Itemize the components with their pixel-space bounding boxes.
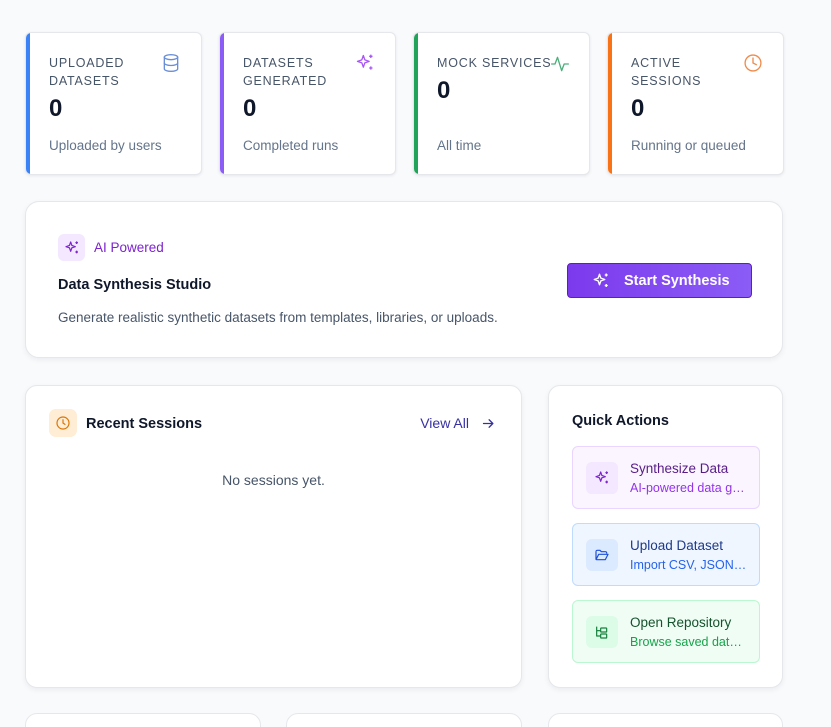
stat-label: Datasets Generated [243, 56, 328, 88]
quick-action-title: Synthesize Data [630, 461, 729, 476]
stat-label: Uploaded Datasets [49, 56, 125, 88]
clock-icon [49, 409, 77, 437]
ai-powered-badge: AI Powered [94, 240, 164, 255]
stat-card-mock-services: Mock Services 0 All time [413, 32, 590, 175]
synthesis-hero-card: AI Powered Data Synthesis Studio Generat… [25, 201, 783, 358]
stat-value: 0 [49, 95, 63, 122]
sparkles-icon [58, 234, 85, 261]
quick-actions-title: Quick Actions [572, 413, 669, 429]
stat-label: Mock Services [437, 56, 552, 70]
quick-action-upload-dataset[interactable]: Upload Dataset Import CSV, JSON, Excel [572, 523, 760, 586]
clock-icon [743, 53, 763, 73]
sparkles-icon [355, 53, 375, 73]
start-synthesis-label: Start Synthesis [624, 272, 730, 289]
activity-icon [550, 54, 570, 74]
bottom-card [25, 713, 261, 727]
view-all-link[interactable]: View All [420, 415, 496, 431]
quick-action-title: Upload Dataset [630, 538, 724, 553]
folder-open-icon [586, 539, 618, 571]
start-synthesis-button[interactable]: Start Synthesis [567, 263, 752, 298]
card-accent-bar [414, 33, 418, 174]
stat-card-uploaded-datasets: Uploaded Datasets 0 Uploaded by users [25, 32, 202, 175]
stat-sub: Completed runs [243, 138, 339, 153]
arrow-right-icon [481, 416, 496, 431]
quick-action-title: Open Repository [630, 615, 732, 630]
quick-action-subtitle: Import CSV, JSON, Excel [630, 558, 748, 572]
stat-label: Active Sessions [631, 56, 702, 88]
quick-actions-panel: Quick Actions Synthesize Data AI-powered… [548, 385, 783, 688]
quick-action-subtitle: Browse saved datasets [630, 635, 748, 649]
hero-description: Generate realistic synthetic datasets fr… [58, 310, 498, 325]
sparkles-icon [586, 462, 618, 494]
empty-sessions-message: No sessions yet. [222, 472, 325, 488]
card-accent-bar [26, 33, 30, 174]
stat-card-datasets-generated: Datasets Generated 0 Completed runs [219, 32, 396, 175]
stat-card-active-sessions: Active Sessions 0 Running or queued [607, 32, 784, 175]
stat-sub: Running or queued [631, 138, 746, 153]
stat-value: 0 [631, 95, 645, 122]
stat-value: 0 [243, 95, 257, 122]
quick-action-open-repository[interactable]: Open Repository Browse saved datasets [572, 600, 760, 663]
card-accent-bar [220, 33, 224, 174]
hero-title: Data Synthesis Studio [58, 277, 212, 293]
bottom-card [548, 713, 783, 727]
stat-value: 0 [437, 77, 451, 104]
quick-action-subtitle: AI-powered data generation [630, 481, 748, 495]
quick-action-synthesize-data[interactable]: Synthesize Data AI-powered data generati… [572, 446, 760, 509]
recent-sessions-title: Recent Sessions [86, 416, 203, 432]
card-accent-bar [608, 33, 612, 174]
view-all-label: View All [420, 415, 469, 431]
stat-sub: All time [437, 138, 482, 153]
bottom-card [286, 713, 522, 727]
tree-icon [586, 616, 618, 648]
recent-sessions-panel: Recent Sessions View All No sessions yet… [25, 385, 522, 688]
sparkles-icon [592, 272, 610, 290]
stat-sub: Uploaded by users [49, 138, 162, 153]
database-icon [161, 53, 181, 73]
